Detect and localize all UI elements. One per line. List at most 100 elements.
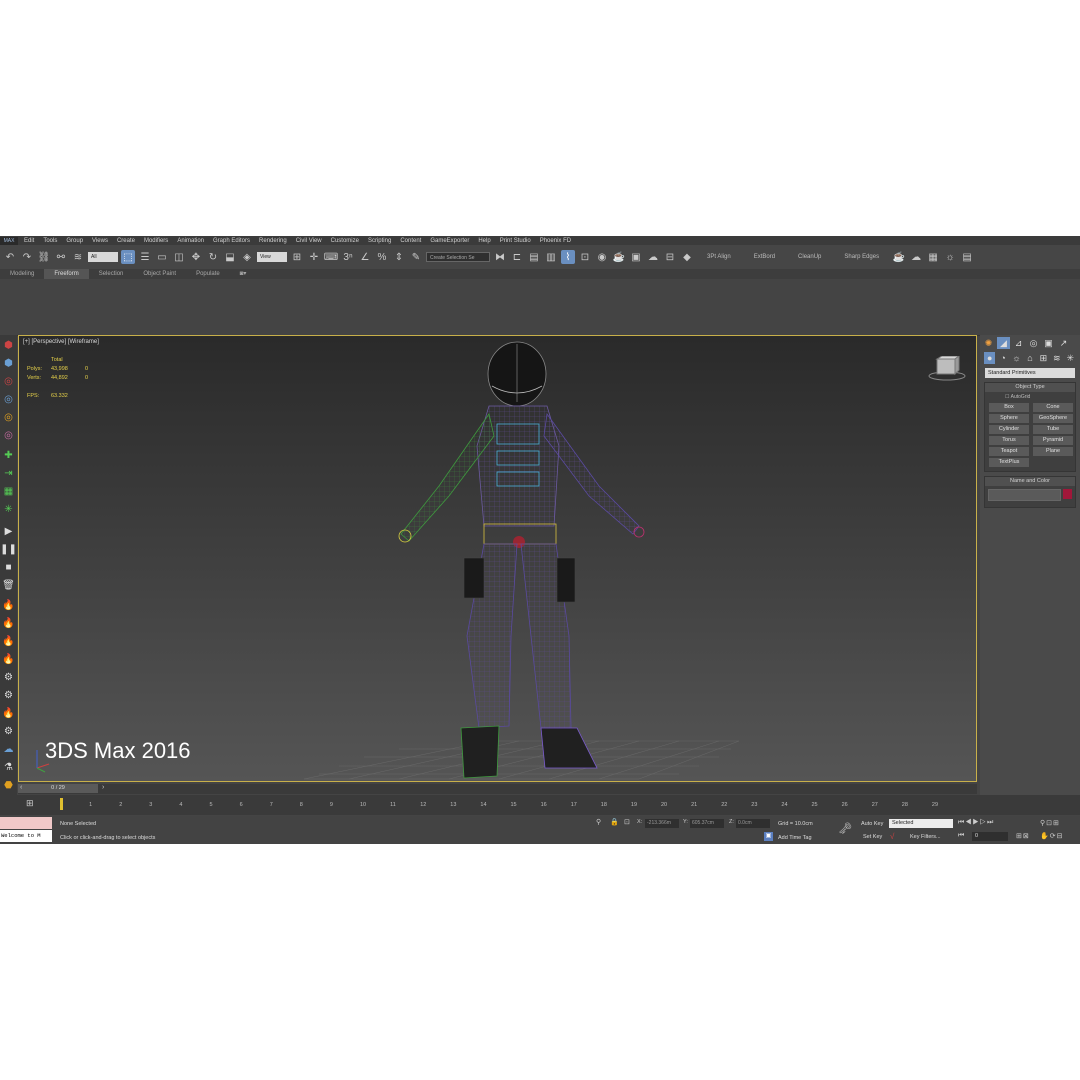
viewport-nav-icons-top[interactable]: ⚲⊡⊞	[1040, 819, 1060, 827]
render-iterative-icon[interactable]: ⊟	[663, 250, 677, 264]
spacewarps-icon[interactable]: ≋	[1051, 352, 1062, 364]
tool-icon-9[interactable]: ▦	[2, 485, 15, 498]
next-frame-icon[interactable]: ›	[102, 784, 104, 791]
y-coordinate-field[interactable]: 605.37cm	[690, 819, 724, 828]
fire-icon-3[interactable]: 🔥	[2, 635, 15, 648]
helpers-icon[interactable]: ⊞	[1038, 352, 1049, 364]
viewport-nav-icons-bottom[interactable]: ✋⟳⊟	[1040, 832, 1063, 840]
align-icon[interactable]: ⊏	[510, 250, 524, 264]
sphere-button[interactable]: Sphere	[989, 414, 1029, 423]
redo-icon[interactable]: ↷	[20, 250, 34, 264]
key-mode-dropdown[interactable]: Selected	[889, 819, 953, 828]
set-key-filter-icon[interactable]: √	[890, 832, 894, 841]
menu-content[interactable]: Content	[400, 238, 421, 244]
cylinder-button[interactable]: Cylinder	[989, 425, 1029, 434]
menu-print-studio[interactable]: Print Studio	[500, 238, 531, 244]
tool-icon-2[interactable]: ⬢	[2, 357, 15, 370]
stop-icon[interactable]: ■	[2, 561, 15, 574]
time-slider-bar[interactable]: 0 / 29 ‹ ›	[18, 784, 977, 794]
primitive-category-dropdown[interactable]: Standard Primitives	[985, 368, 1075, 378]
spinner-snap-icon[interactable]: ⇕	[392, 250, 406, 264]
current-frame-field[interactable]: 0	[972, 832, 1008, 841]
lightbulb-icon[interactable]: ☼	[943, 250, 957, 264]
lock-icon[interactable]: 🔒	[610, 818, 619, 826]
auto-key-button[interactable]: Auto Key	[861, 821, 883, 827]
menu-tools[interactable]: Tools	[43, 238, 57, 244]
lights-icon[interactable]: ☼	[1011, 352, 1022, 364]
perspective-viewport[interactable]: [+] [Perspective] [Wireframe] Total Poly…	[18, 335, 977, 782]
z-coordinate-field[interactable]: 0.0cm	[736, 819, 770, 828]
teapot-icon[interactable]: ☕	[892, 250, 906, 264]
plane-button[interactable]: Plane	[1033, 447, 1073, 456]
plugin-sharp-edges[interactable]: Sharp Edges	[844, 254, 879, 260]
geometry-icon[interactable]: ●	[984, 352, 996, 364]
menu-help[interactable]: Help	[478, 238, 490, 244]
name-color-header[interactable]: Name and Color	[985, 477, 1075, 486]
maxscript-listener-top[interactable]	[0, 817, 52, 829]
playback-controls[interactable]: ⏮◀▶▷⏭	[958, 819, 994, 827]
textplus-button[interactable]: TextPlus	[989, 458, 1029, 467]
create-tab-icon[interactable]: ✺	[982, 337, 995, 349]
edit-named-selection-icon[interactable]: ✎	[409, 250, 423, 264]
time-config-icon[interactable]: ⊞⊠	[1016, 832, 1030, 840]
ribbon-options-icon[interactable]: ◙▾	[230, 269, 257, 279]
isolate-icon[interactable]: ⚲	[596, 818, 601, 826]
menu-views[interactable]: Views	[92, 238, 108, 244]
tool-icon-5[interactable]: ◎	[2, 411, 15, 424]
shapes-icon[interactable]: ◔	[997, 352, 1008, 364]
hierarchy-tab-icon[interactable]: ⊿	[1012, 337, 1025, 349]
menu-customize[interactable]: Customize	[331, 238, 359, 244]
menu-phoenix-fd[interactable]: Phoenix FD	[540, 238, 571, 244]
menu-civil-view[interactable]: Civil View	[296, 238, 322, 244]
tool-icon-14[interactable]: ☁	[2, 743, 15, 756]
set-key-button[interactable]: Set Key	[863, 834, 882, 840]
tool-icon-8[interactable]: ⇥	[2, 467, 15, 480]
manipulate-icon[interactable]: ✛	[307, 250, 321, 264]
undo-icon[interactable]: ↶	[3, 250, 17, 264]
object-color-swatch[interactable]	[1063, 489, 1072, 499]
link-icon[interactable]: ⛓	[37, 250, 51, 264]
tab-modeling[interactable]: Modeling	[0, 269, 44, 279]
torus-button[interactable]: Torus	[989, 436, 1029, 445]
character-wireframe[interactable]	[19, 336, 976, 781]
utilities-tab-icon[interactable]: ↗	[1057, 337, 1070, 349]
mini-curve-editor-icon[interactable]: ⊞	[26, 798, 34, 809]
tool-icon-6[interactable]: ◎	[2, 429, 15, 442]
plugin-3pt-align-icon[interactable]: ◆	[680, 250, 694, 264]
menu-modifiers[interactable]: Modifiers	[144, 238, 168, 244]
rendered-frame-icon[interactable]: ▣	[629, 250, 643, 264]
cone-button[interactable]: Cone	[1033, 403, 1073, 412]
time-slider[interactable]: 0 / 29	[18, 784, 98, 793]
tube-button[interactable]: Tube	[1033, 425, 1073, 434]
pause-icon[interactable]: ❚❚	[0, 543, 17, 556]
named-selection-set-field[interactable]: Create Selection Se	[426, 252, 490, 262]
x-coordinate-field[interactable]: -213.366m	[645, 819, 679, 828]
fire-icon-4[interactable]: 🔥	[2, 653, 15, 666]
menu-group[interactable]: Group	[66, 238, 83, 244]
fire-icon-2[interactable]: 🔥	[2, 617, 15, 630]
selection-filter-dropdown[interactable]: All	[88, 252, 118, 262]
fire-icon-1[interactable]: 🔥	[2, 599, 15, 612]
render-production-icon[interactable]: ☁	[646, 250, 660, 264]
maxscript-listener[interactable]: Welcome to M	[0, 830, 52, 842]
tab-populate[interactable]: Populate	[186, 269, 230, 279]
fire-icon-5[interactable]: 🔥	[2, 707, 15, 720]
cameras-icon[interactable]: ⌂	[1024, 352, 1035, 364]
object-name-field[interactable]	[988, 489, 1061, 501]
time-tag-icon[interactable]: ▣	[764, 832, 773, 841]
tool-icon-1[interactable]: ⬢	[2, 339, 15, 352]
autogrid-checkbox[interactable]: ☐ AutoGrid	[985, 392, 1075, 402]
plugin-extbord[interactable]: ExtBord	[754, 254, 775, 260]
motion-tab-icon[interactable]: ◎	[1027, 337, 1040, 349]
toggle-ribbon-icon[interactable]: ▥	[544, 250, 558, 264]
prev-frame-icon[interactable]: ‹	[20, 784, 22, 791]
key-filters-button[interactable]: Key Filters...	[910, 834, 941, 840]
menu-animation[interactable]: Animation	[177, 238, 204, 244]
select-by-name-icon[interactable]: ☰	[138, 250, 152, 264]
curve-editor-icon[interactable]: ⌇	[561, 250, 575, 264]
geosphere-button[interactable]: GeoSphere	[1033, 414, 1073, 423]
play-icon[interactable]: ▶	[2, 525, 15, 538]
pyramid-button[interactable]: Pyramid	[1033, 436, 1073, 445]
pivot-center-icon[interactable]: ⊞	[290, 250, 304, 264]
add-time-tag[interactable]: Add Time Tag	[778, 835, 812, 841]
